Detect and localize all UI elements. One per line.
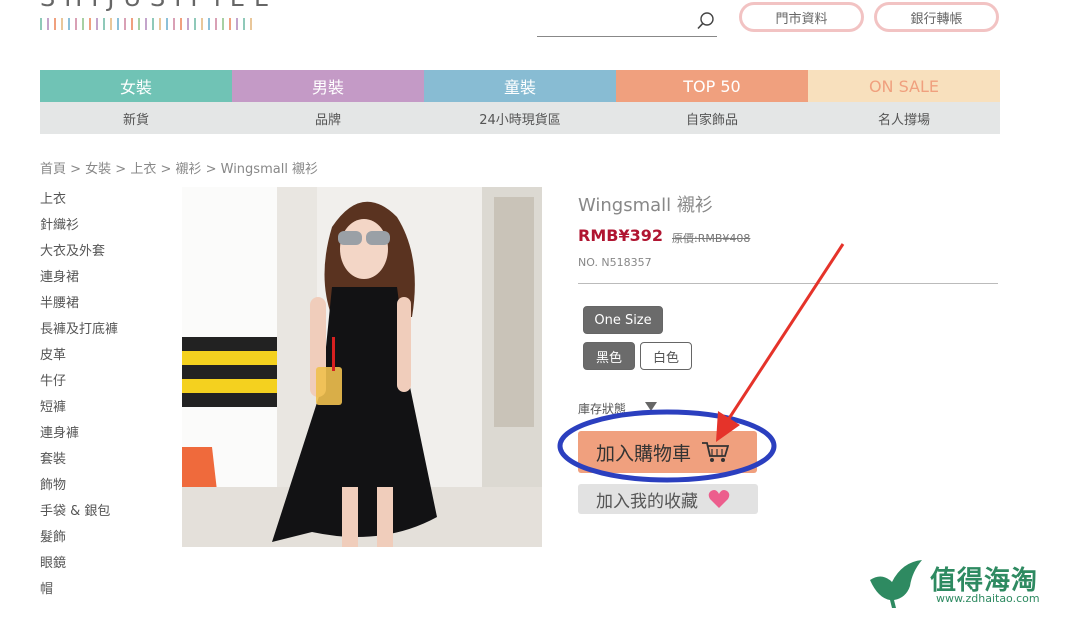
sidebar-item-jewelry[interactable]: 飾物 — [40, 476, 118, 502]
search-input[interactable] — [537, 36, 717, 37]
chevron-down-icon[interactable] — [645, 402, 657, 411]
sub-nav: 新貨 品牌 24小時現貨區 自家飾品 名人撐場 — [40, 102, 1000, 134]
sidebar-item-shorts[interactable]: 短褲 — [40, 398, 118, 424]
category-sidebar: 上衣 針織衫 大衣及外套 連身裙 半腰裙 長褲及打底褲 皮革 牛仔 短褲 連身褲… — [40, 190, 118, 606]
color-option-white[interactable]: 白色 — [640, 342, 692, 370]
sidebar-item-dresses[interactable]: 連身裙 — [40, 268, 118, 294]
nav-men[interactable]: 男裝 — [232, 70, 424, 102]
logo-stripe — [82, 18, 84, 30]
heart-icon — [708, 490, 730, 508]
logo-stripe — [47, 18, 49, 30]
sidebar-item-tops[interactable]: 上衣 — [40, 190, 118, 216]
logo-stripe — [166, 18, 168, 30]
logo-stripe — [89, 18, 91, 30]
nav-kids[interactable]: 童裝 — [424, 70, 616, 102]
sidebar-item-hair-accessories[interactable]: 髮飾 — [40, 528, 118, 554]
site-logo[interactable]: SHIJUSIPIEE — [40, 0, 278, 12]
logo-stripes — [40, 18, 252, 30]
add-to-cart-button[interactable]: 加入購物車 — [578, 431, 757, 473]
sidebar-item-skirts[interactable]: 半腰裙 — [40, 294, 118, 320]
product-photo[interactable] — [182, 187, 542, 547]
logo-stripe — [152, 18, 154, 30]
logo-stripe — [40, 18, 42, 30]
original-price: 原價:RMB¥408 — [672, 232, 751, 245]
product-number: NO. N518357 — [578, 256, 652, 269]
search-icon[interactable] — [697, 12, 715, 30]
bank-transfer-button[interactable]: 銀行轉帳 — [874, 2, 999, 32]
subnav-in-stock[interactable]: 24小時現貨區 — [424, 102, 616, 134]
stock-status-label[interactable]: 庫存狀態 — [578, 400, 626, 417]
logo-stripe — [68, 18, 70, 30]
nav-top50[interactable]: TOP 50 — [616, 70, 808, 102]
color-option-black[interactable]: 黑色 — [583, 342, 635, 370]
logo-stripe — [159, 18, 161, 30]
logo-stripe — [236, 18, 238, 30]
add-to-cart-label: 加入購物車 — [596, 442, 692, 465]
logo-stripe — [110, 18, 112, 30]
product-price: RMB¥392 — [578, 226, 663, 245]
logo-stripe — [222, 18, 224, 30]
logo-stripe — [131, 18, 133, 30]
sidebar-item-bags[interactable]: 手袋 & 銀包 — [40, 502, 118, 528]
add-to-favorites-button[interactable]: 加入我的收藏 — [578, 484, 758, 514]
sidebar-item-coats[interactable]: 大衣及外套 — [40, 242, 118, 268]
breadcrumb[interactable]: 首頁 > 女裝 > 上衣 > 襯衫 > Wingsmall 襯衫 — [40, 158, 318, 177]
subnav-brands[interactable]: 品牌 — [232, 102, 424, 134]
logo-stripe — [215, 18, 217, 30]
sidebar-item-glasses[interactable]: 眼鏡 — [40, 554, 118, 580]
nav-on-sale[interactable]: ON SALE — [808, 70, 1000, 102]
divider — [578, 283, 998, 284]
logo-stripe — [201, 18, 203, 30]
sidebar-item-hats[interactable]: 帽 — [40, 580, 118, 606]
sidebar-item-knitwear[interactable]: 針織衫 — [40, 216, 118, 242]
sidebar-item-jumpsuits[interactable]: 連身褲 — [40, 424, 118, 450]
logo-stripe — [180, 18, 182, 30]
subnav-celebrity[interactable]: 名人撐場 — [808, 102, 1000, 134]
product-title: Wingsmall 襯衫 — [578, 195, 713, 216]
subnav-accessories[interactable]: 自家飾品 — [616, 102, 808, 134]
logo-stripe — [54, 18, 56, 30]
subnav-new-arrivals[interactable]: 新貨 — [40, 102, 232, 134]
logo-stripe — [145, 18, 147, 30]
watermark-url: www.zdhaitao.com — [936, 592, 1040, 605]
sidebar-item-pants[interactable]: 長褲及打底褲 — [40, 320, 118, 346]
add-to-favorites-label: 加入我的收藏 — [596, 491, 698, 512]
logo-stripe — [96, 18, 98, 30]
logo-stripe — [103, 18, 105, 30]
nav-women[interactable]: 女裝 — [40, 70, 232, 102]
logo-stripe — [138, 18, 140, 30]
store-info-button[interactable]: 門市資料 — [739, 2, 864, 32]
sidebar-item-leather[interactable]: 皮革 — [40, 346, 118, 372]
logo-stripe — [250, 18, 252, 30]
logo-stripe — [75, 18, 77, 30]
watermark-bird-logo — [870, 560, 922, 608]
main-nav: 女裝 男裝 童裝 TOP 50 ON SALE — [40, 70, 1000, 102]
logo-stripe — [173, 18, 175, 30]
sidebar-item-denim[interactable]: 牛仔 — [40, 372, 118, 398]
annotation-arrow-line — [726, 243, 845, 421]
logo-stripe — [208, 18, 210, 30]
logo-stripe — [117, 18, 119, 30]
logo-stripe — [61, 18, 63, 30]
logo-stripe — [194, 18, 196, 30]
shopping-cart-icon — [702, 442, 730, 462]
logo-stripe — [229, 18, 231, 30]
logo-stripe — [243, 18, 245, 30]
size-option-one-size[interactable]: One Size — [583, 306, 663, 334]
logo-stripe — [124, 18, 126, 30]
logo-stripe — [187, 18, 189, 30]
sidebar-item-sets[interactable]: 套裝 — [40, 450, 118, 476]
